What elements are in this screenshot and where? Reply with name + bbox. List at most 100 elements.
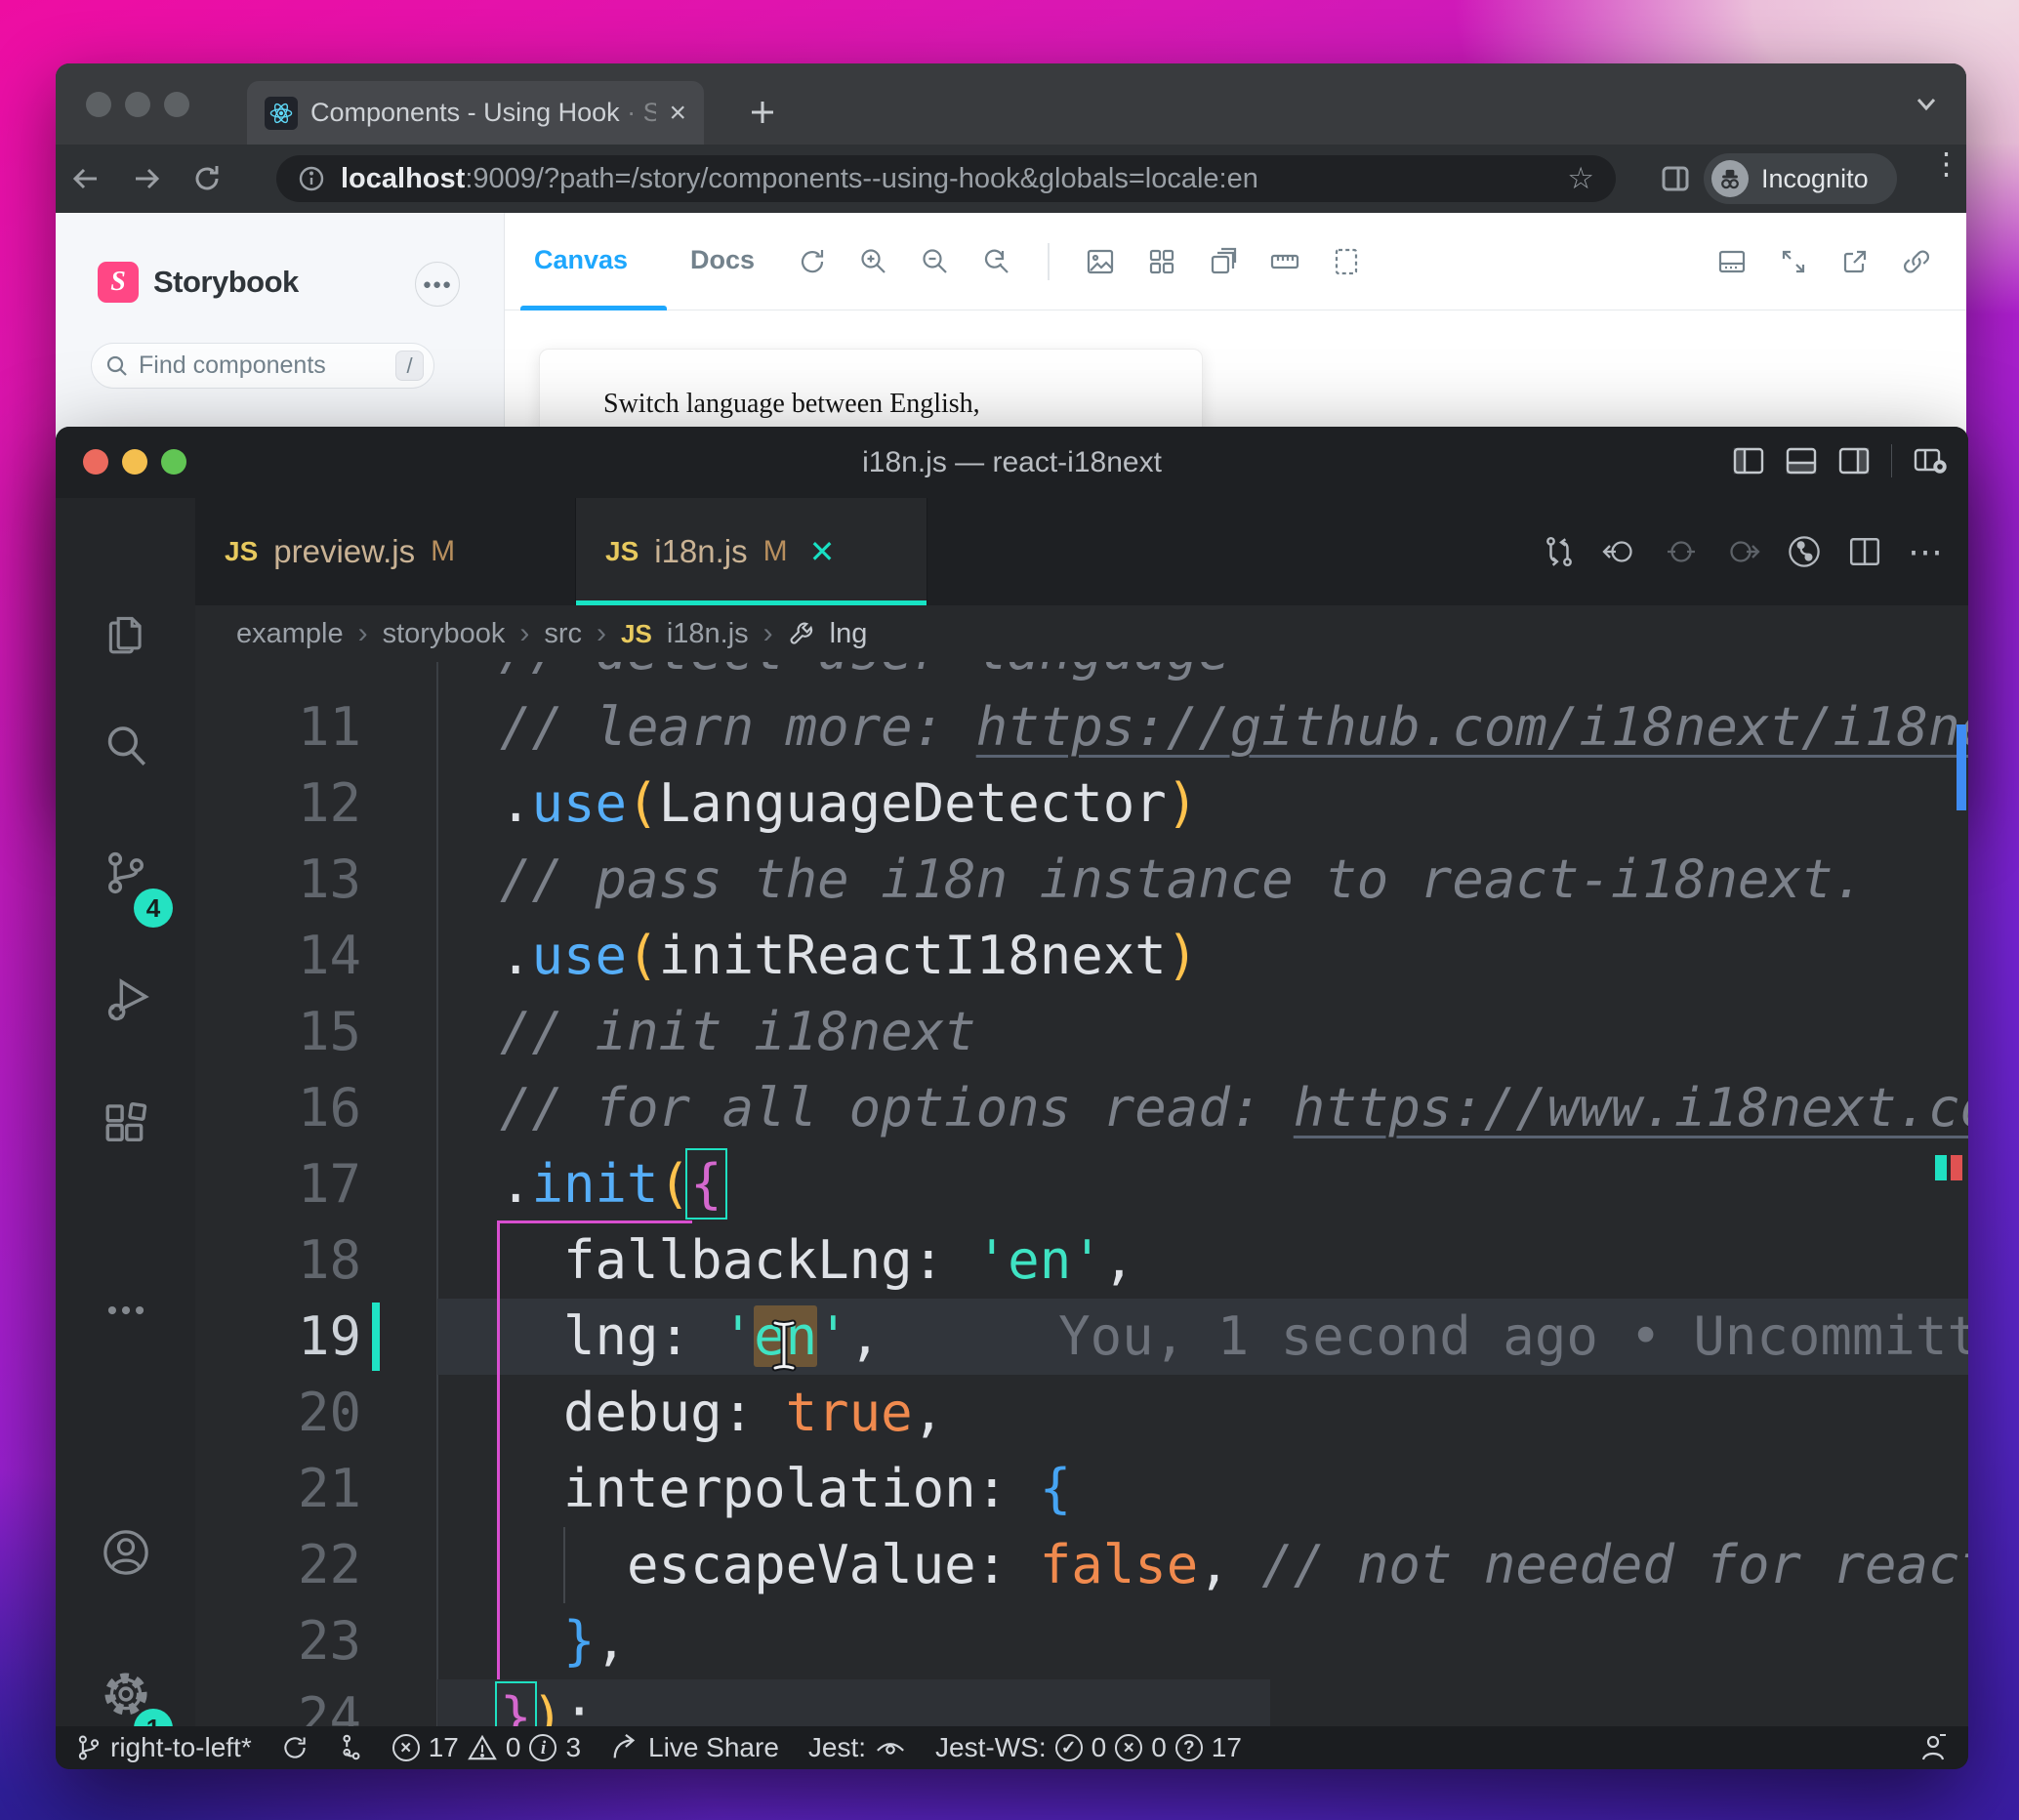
commit-graph-status[interactable] <box>338 1733 363 1762</box>
link-icon[interactable] <box>1902 247 1931 276</box>
split-editor-icon[interactable] <box>1848 536 1881 567</box>
debug-icon[interactable] <box>56 975 195 1024</box>
tab-close-icon[interactable]: × <box>669 98 686 128</box>
code-line-20[interactable]: 20 debug: true, <box>195 1375 1968 1451</box>
code-line-19[interactable]: 19 lng: 'en', You, 1 second ago • Uncommi… <box>195 1299 1968 1375</box>
code-line-14[interactable]: 14 .use(initReactI18next) <box>195 918 1968 994</box>
code-token: . <box>500 772 532 834</box>
toggle-sidebar-icon[interactable] <box>1733 447 1764 475</box>
eye-icon <box>877 1743 904 1755</box>
breadcrumb-item[interactable]: i18n.js <box>667 618 749 650</box>
new-tab-button[interactable] <box>739 89 786 136</box>
breadcrumb-item[interactable]: storybook <box>383 618 506 650</box>
code-line-18[interactable]: 18 fallbackLng: 'en', <box>195 1222 1968 1299</box>
code-token: // pass the i18n instance to react-i18ne… <box>500 848 1865 910</box>
find-components-input[interactable]: Find components / <box>91 343 434 389</box>
tab-canvas[interactable]: Canvas <box>534 245 628 275</box>
code-token: , <box>848 1305 882 1367</box>
fullscreen-icon[interactable] <box>1779 247 1808 276</box>
browser-tab[interactable]: Components - Using Hook · St × <box>247 81 704 145</box>
sync-status[interactable] <box>281 1734 309 1761</box>
problems-status[interactable]: × 17 0 i 3 <box>391 1732 581 1763</box>
refresh-icon[interactable] <box>798 247 827 276</box>
background-icon[interactable] <box>1086 247 1115 276</box>
live-share-status[interactable]: Live Share <box>610 1732 779 1763</box>
url-text[interactable]: localhost:9009/?path=/story/components--… <box>341 163 1258 195</box>
zoom-window-button[interactable] <box>164 92 189 117</box>
zoom-reset-icon[interactable] <box>982 247 1011 276</box>
code-line-21[interactable]: 21 interpolation: { <box>195 1451 1968 1527</box>
tab-search-chevron-icon[interactable] <box>1912 93 1941 116</box>
editor-scrollbar[interactable] <box>1957 724 1966 810</box>
tab-close-icon[interactable]: ✕ <box>809 533 836 570</box>
zoom-out-icon[interactable] <box>921 247 950 276</box>
git-graph-icon[interactable] <box>1787 534 1822 569</box>
customize-layout-icon[interactable] <box>1914 446 1947 476</box>
breadcrumb-item[interactable]: example <box>236 618 344 650</box>
tab-docs[interactable]: Docs <box>690 245 755 275</box>
reload-icon[interactable] <box>177 163 237 194</box>
account-icon[interactable] <box>56 1527 195 1578</box>
outline-icon[interactable] <box>1332 247 1361 276</box>
browser-menu-icon[interactable]: ⋮ <box>1931 148 1961 179</box>
explorer-icon[interactable] <box>56 609 195 658</box>
code-line-11[interactable]: 11 // learn more: https://github.com/i18n… <box>195 689 1968 765</box>
code-token: // detect user language <box>500 662 1230 682</box>
line-number: 13 <box>297 848 361 910</box>
forward-icon[interactable] <box>116 164 177 193</box>
code-token: } <box>495 1681 537 1726</box>
grid-icon[interactable] <box>1147 247 1176 276</box>
code-token: , <box>595 1610 628 1672</box>
code-token: ) <box>1166 925 1199 986</box>
viewport-icon[interactable] <box>1209 247 1238 276</box>
code-line-24[interactable]: 24}); <box>195 1679 1968 1726</box>
tab-filename: i18n.js <box>654 533 748 569</box>
code-line-17[interactable]: 17 .init({ <box>195 1146 1968 1222</box>
line-number: 15 <box>297 1001 361 1062</box>
code-token: 'en' <box>975 1229 1103 1291</box>
git-branch-status[interactable]: right-to-left* <box>75 1732 252 1763</box>
close-window-button[interactable] <box>86 92 111 117</box>
code-line-13[interactable]: 13 // pass the i18n instance to react-i18… <box>195 842 1968 918</box>
open-external-icon[interactable] <box>1840 247 1870 276</box>
browser-traffic-lights[interactable] <box>86 92 189 117</box>
info-icon[interactable] <box>298 165 325 192</box>
minimize-window-button[interactable] <box>125 92 150 117</box>
breadcrumb-item[interactable]: src <box>544 618 582 650</box>
person-status[interactable] <box>1919 1732 1949 1763</box>
code-editor[interactable]: // detect user language 11 // learn more: … <box>195 662 1968 1726</box>
source-control-icon[interactable] <box>56 848 195 897</box>
jest-ws-status[interactable]: Jest-WS: ✓ 0 × 0 ? 17 <box>935 1732 1242 1763</box>
back-icon[interactable] <box>56 164 116 193</box>
jest-status[interactable]: Jest: <box>808 1732 906 1763</box>
code-token: initReactI18next <box>658 925 1167 986</box>
code-line-partial[interactable]: // detect user language <box>195 662 1968 689</box>
side-panel-icon[interactable] <box>1659 162 1692 195</box>
bookmark-star-icon[interactable]: ☆ <box>1567 161 1594 196</box>
code-line-15[interactable]: 15 // init i18next <box>195 994 1968 1070</box>
toggle-panel-icon[interactable] <box>1786 447 1817 475</box>
search-icon[interactable] <box>56 722 195 770</box>
ruler-icon[interactable] <box>1270 247 1299 276</box>
code-token: true <box>785 1382 913 1443</box>
panel-icon[interactable] <box>1717 247 1747 276</box>
code-line-23[interactable]: 23 }, <box>195 1603 1968 1679</box>
code-line-16[interactable]: 16 // for all options read: https://www.i… <box>195 1070 1968 1146</box>
code-line-12[interactable]: 12 .use(LanguageDetector) <box>195 765 1968 842</box>
zoom-in-icon[interactable] <box>859 247 888 276</box>
tab-i18n-js[interactable]: JS i18n.js M ✕ <box>576 498 927 605</box>
more-icon[interactable] <box>56 1286 195 1335</box>
overflow-menu-icon[interactable]: ●●● <box>415 262 460 307</box>
code-token: ' <box>721 1305 755 1367</box>
tab-preview-js[interactable]: JS preview.js M <box>195 498 576 605</box>
toggle-secondary-sidebar-icon[interactable] <box>1838 447 1870 475</box>
extensions-icon[interactable] <box>56 1102 195 1151</box>
git-modified-gutter-mark <box>372 1303 380 1371</box>
diff-icon[interactable] <box>1543 535 1576 568</box>
url-bar[interactable]: localhost:9009/?path=/story/components--… <box>276 155 1616 202</box>
incognito-badge: Incognito <box>1704 153 1897 204</box>
breadcrumb-symbol[interactable]: lng <box>830 618 868 650</box>
settings-gear-icon[interactable] <box>56 1669 195 1719</box>
nav-back-icon[interactable] <box>1602 535 1637 568</box>
code-line-22[interactable]: 22 escapeValue: false, // not needed for… <box>195 1527 1968 1603</box>
